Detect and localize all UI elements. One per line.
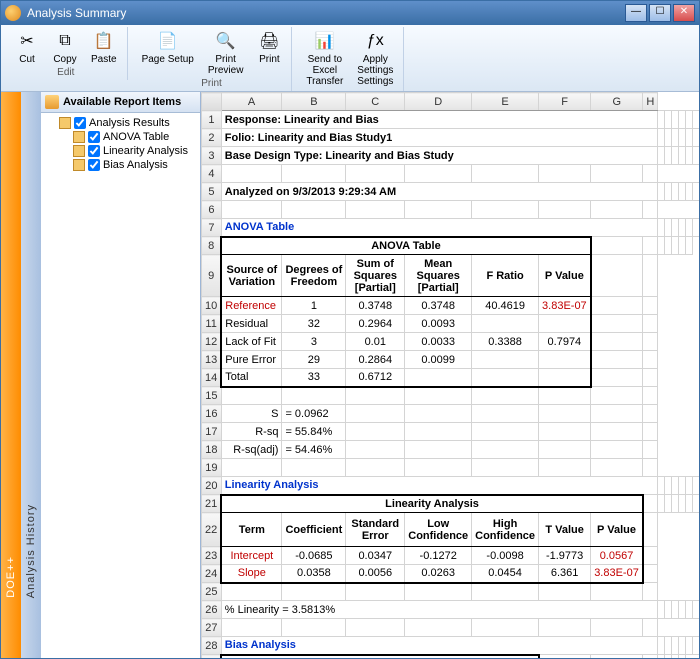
- row-1[interactable]: 1: [202, 111, 222, 129]
- toolbar: ✂Cut⧉Copy📋PasteEdit📄Page Setup🔍Print Pre…: [1, 25, 699, 92]
- bias-link[interactable]: Bias Analysis: [221, 637, 658, 655]
- copy-button[interactable]: ⧉Copy: [47, 27, 83, 65]
- col-H[interactable]: H: [643, 93, 658, 111]
- content-area: DOE++ Analysis History Available Report …: [1, 92, 699, 658]
- row-27[interactable]: 27: [202, 619, 222, 637]
- window-title: Analysis Summary: [27, 6, 126, 20]
- col-A[interactable]: A: [221, 93, 282, 111]
- tree-root[interactable]: Analysis Results: [43, 116, 198, 130]
- tree-item-1-checkbox[interactable]: [88, 145, 100, 157]
- cut-button-icon: ✂: [15, 29, 39, 53]
- folder-icon: [73, 145, 85, 157]
- row-14[interactable]: 14: [202, 369, 222, 387]
- page-setup-button[interactable]: 📄Page Setup: [136, 27, 200, 76]
- row-28[interactable]: 28: [202, 637, 222, 655]
- tree-header: Available Report Items: [41, 92, 200, 113]
- row-10[interactable]: 10: [202, 297, 222, 315]
- print-preview-button-icon: 🔍: [214, 29, 238, 53]
- row-26[interactable]: 26: [202, 601, 222, 619]
- close-button[interactable]: ✕: [673, 4, 695, 22]
- tree-panel: Available Report Items Analysis ResultsA…: [41, 92, 201, 658]
- copy-button-icon: ⧉: [53, 29, 77, 53]
- col-F[interactable]: F: [539, 93, 591, 111]
- sidebar-left-tab[interactable]: DOE++: [1, 92, 21, 658]
- row-24[interactable]: 24: [202, 565, 222, 583]
- folder-icon: [59, 117, 71, 129]
- row-13[interactable]: 13: [202, 351, 222, 369]
- col-D[interactable]: D: [405, 93, 472, 111]
- minimize-button[interactable]: —: [625, 4, 647, 22]
- linearity-link[interactable]: Linearity Analysis: [221, 477, 658, 495]
- row-18[interactable]: 18: [202, 441, 222, 459]
- tree-item-0-checkbox[interactable]: [88, 131, 100, 143]
- app-icon: [5, 5, 21, 21]
- print-button-icon: 🖨: [257, 29, 281, 53]
- titlebar: Analysis Summary — ☐ ✕: [1, 1, 699, 25]
- row-21[interactable]: 21: [202, 495, 222, 513]
- tree-item-2-checkbox[interactable]: [88, 159, 100, 171]
- sidebar-history-tab[interactable]: Analysis History: [21, 92, 41, 658]
- col-G[interactable]: G: [591, 93, 643, 111]
- row-12[interactable]: 12: [202, 333, 222, 351]
- send-excel-button-icon: 📊: [313, 29, 337, 53]
- row-22[interactable]: 22: [202, 513, 222, 547]
- anova-link[interactable]: ANOVA Table: [221, 219, 658, 237]
- print-button[interactable]: 🖨Print: [251, 27, 287, 76]
- cut-button[interactable]: ✂Cut: [9, 27, 45, 65]
- row-17[interactable]: 17: [202, 423, 222, 441]
- row-23[interactable]: 23: [202, 547, 222, 565]
- row-3[interactable]: 3: [202, 147, 222, 165]
- sheet[interactable]: ABCDEFGH1Response: Linearity and Bias2Fo…: [201, 92, 699, 658]
- row-16[interactable]: 16: [202, 405, 222, 423]
- tree-item-2[interactable]: Bias Analysis: [43, 158, 198, 172]
- send-excel-button[interactable]: 📊Send to Excel Transfer: [300, 27, 349, 87]
- row-8[interactable]: 8: [202, 237, 222, 255]
- report-icon: [45, 95, 59, 109]
- tree-root-checkbox[interactable]: [74, 117, 86, 129]
- folder-icon: [73, 131, 85, 143]
- row-7[interactable]: 7: [202, 219, 222, 237]
- folder-icon: [73, 159, 85, 171]
- col-C[interactable]: C: [346, 93, 405, 111]
- row-15[interactable]: 15: [202, 387, 222, 405]
- row-5[interactable]: 5: [202, 183, 222, 201]
- row-29[interactable]: 29: [202, 655, 222, 659]
- paste-button-icon: 📋: [92, 29, 116, 53]
- tree-item-0[interactable]: ANOVA Table: [43, 130, 198, 144]
- row-11[interactable]: 11: [202, 315, 222, 333]
- row-20[interactable]: 20: [202, 477, 222, 495]
- row-2[interactable]: 2: [202, 129, 222, 147]
- row-6[interactable]: 6: [202, 201, 222, 219]
- row-25[interactable]: 25: [202, 583, 222, 601]
- print-preview-button[interactable]: 🔍Print Preview: [202, 27, 250, 76]
- row-4[interactable]: 4: [202, 165, 222, 183]
- row-19[interactable]: 19: [202, 459, 222, 477]
- tree: Analysis ResultsANOVA TableLinearity Ana…: [41, 113, 200, 175]
- apply-settings-button-icon: ƒx: [363, 29, 387, 53]
- paste-button[interactable]: 📋Paste: [85, 27, 123, 65]
- page-setup-button-icon: 📄: [156, 29, 180, 53]
- app-window: Analysis Summary — ☐ ✕ ✂Cut⧉Copy📋PasteEd…: [0, 0, 700, 659]
- col-B[interactable]: B: [282, 93, 346, 111]
- col-E[interactable]: E: [472, 93, 539, 111]
- maximize-button[interactable]: ☐: [649, 4, 671, 22]
- grid: ABCDEFGH1Response: Linearity and Bias2Fo…: [201, 92, 699, 658]
- tree-item-1[interactable]: Linearity Analysis: [43, 144, 198, 158]
- row-9[interactable]: 9: [202, 255, 222, 297]
- apply-settings-button[interactable]: ƒxApply Settings Settings: [351, 27, 399, 87]
